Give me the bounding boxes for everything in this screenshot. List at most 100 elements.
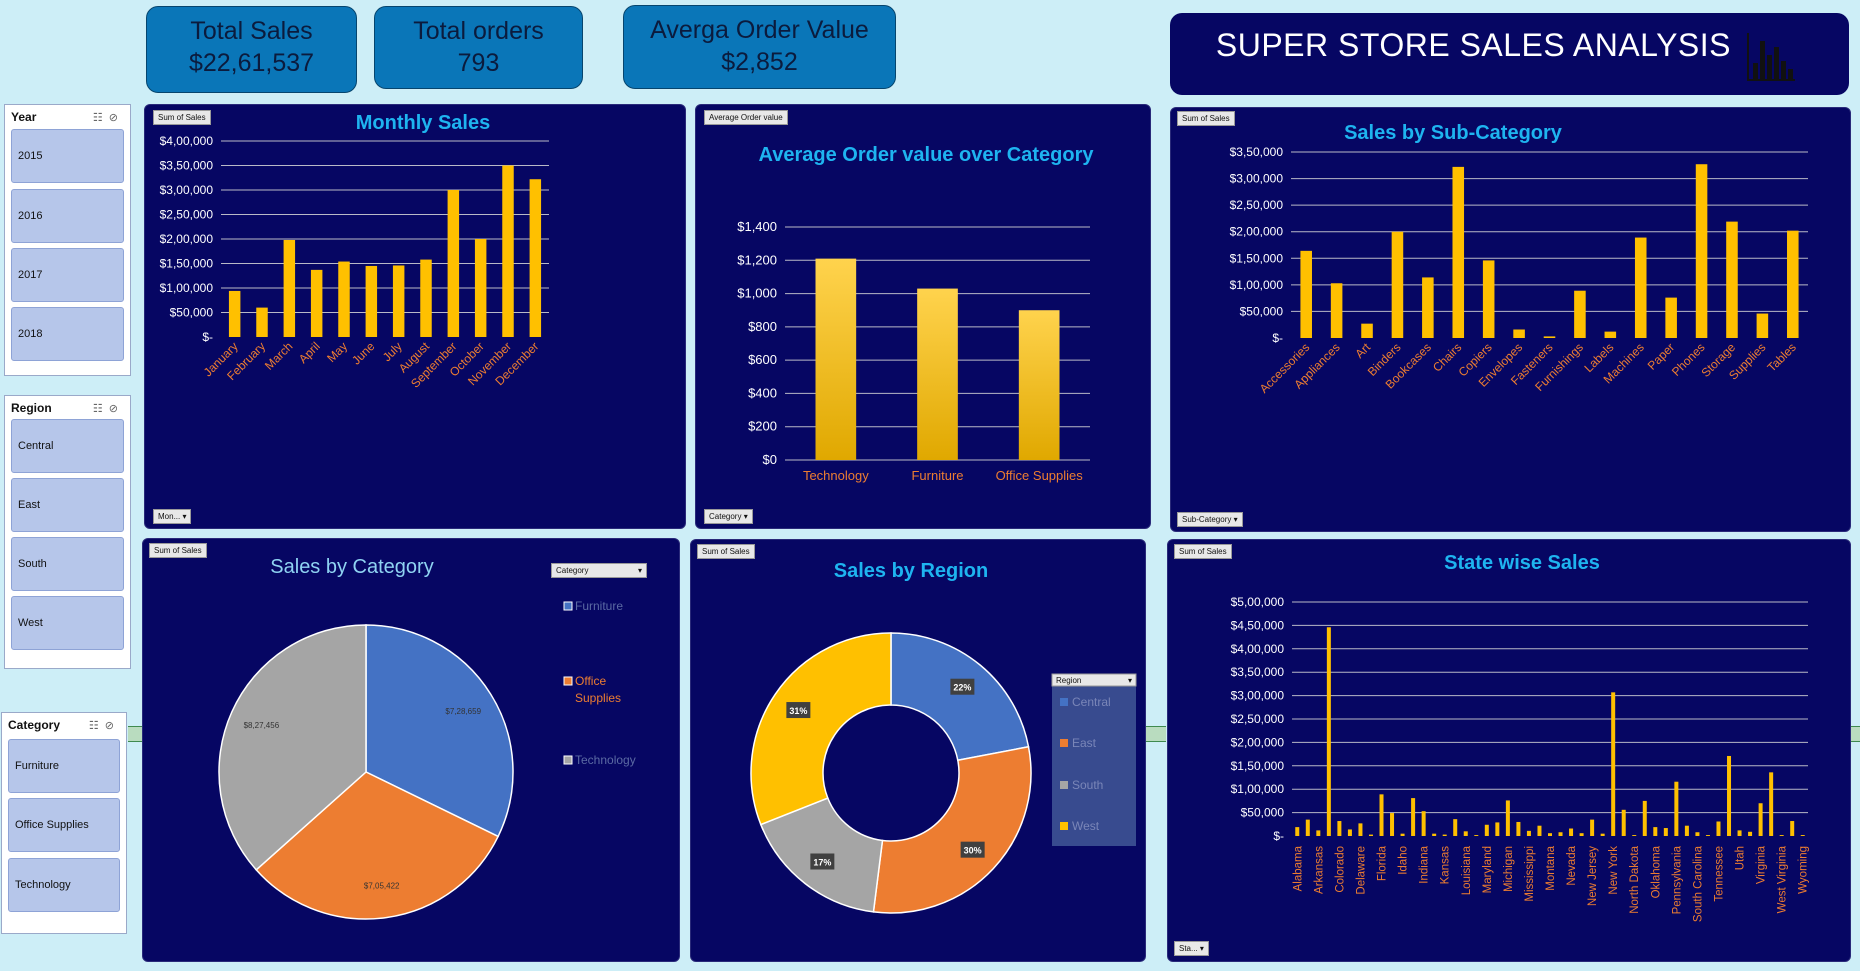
bar — [1800, 835, 1805, 836]
bar — [1347, 829, 1352, 836]
x-tick-label: Technology — [803, 468, 869, 483]
axis-field-label: Sta... — [1179, 944, 1198, 953]
bar — [1411, 798, 1416, 836]
legend-label: West — [1072, 819, 1100, 833]
bar — [1495, 822, 1500, 836]
slicer-item-category[interactable]: Technology — [8, 858, 120, 912]
x-tick-label: March — [262, 339, 295, 372]
bar — [447, 190, 460, 337]
chart-title: Average Order value over Category — [759, 144, 1095, 166]
kpi-total-sales-value: $22,61,537 — [188, 49, 315, 77]
state-sales-panel: State wise Sales $- $50,000 $1,00,000 $1,50,… — [1167, 539, 1851, 962]
slicer-item-category[interactable]: Furniture — [8, 739, 120, 793]
y-tick-label: $2,00,000 — [160, 232, 214, 246]
bar — [815, 258, 857, 460]
y-tick-label: $- — [1272, 331, 1283, 345]
x-tick-label: Tennessee — [1713, 846, 1725, 902]
y-tick-label: $3,50,000 — [160, 159, 214, 173]
bar — [1526, 830, 1531, 836]
y-tick-label: $400 — [748, 385, 777, 400]
region-donut-panel: Sales by Region 22% 30% 17% 31% Region ▾ Centra… — [690, 539, 1146, 962]
bar — [1361, 323, 1373, 338]
legend-swatch — [563, 755, 573, 765]
x-tick-label: Mississippi — [1524, 846, 1536, 902]
x-tick-label: Montana — [1545, 845, 1557, 890]
axis-field-button[interactable]: Category ▾ — [704, 509, 753, 524]
x-tick-label: New Jersey — [1587, 846, 1599, 906]
slicer-item-year[interactable]: 2017 — [11, 248, 124, 302]
field-button-sum-of-sales[interactable]: Sum of Sales — [149, 543, 207, 558]
data-label: 17% — [813, 857, 831, 867]
y-tick-label: $3,00,000 — [1231, 689, 1285, 703]
slicer-item-category[interactable]: Office Supplies — [8, 798, 120, 852]
bar — [1737, 830, 1742, 836]
axis-field-button[interactable]: Sta... ▾ — [1174, 941, 1209, 956]
bar — [1300, 250, 1312, 338]
slicer-item-year[interactable]: 2015 — [11, 129, 124, 183]
bar — [1590, 819, 1595, 836]
bar — [1787, 230, 1799, 338]
legend-label: South — [1072, 778, 1103, 792]
y-tick-label: $5,00,000 — [1231, 595, 1285, 609]
legend-label: Office — [575, 674, 606, 688]
x-tick-label: Virginia — [1756, 845, 1768, 884]
bar — [310, 269, 323, 337]
bar — [1543, 336, 1556, 338]
year-slicer: Year ☷⊘ 2015 2016 2017 2018 — [4, 104, 131, 376]
data-label: $8,27,456 — [244, 721, 280, 730]
bar — [1769, 772, 1774, 836]
y-tick-label: $1,00,000 — [160, 281, 214, 295]
legend-label: Furniture — [575, 599, 623, 613]
bar — [256, 307, 268, 337]
bar — [1379, 794, 1384, 836]
x-tick-label: Louisiana — [1461, 845, 1473, 895]
y-tick-label: $1,50,000 — [1230, 251, 1284, 265]
x-tick-label: Michigan — [1503, 846, 1515, 892]
y-tick-label: $1,400 — [737, 219, 777, 234]
x-tick-label: Nevada — [1566, 845, 1578, 885]
bar — [1330, 283, 1343, 338]
x-tick-label: Office Supplies — [996, 468, 1084, 483]
slicer-item-region[interactable]: Central — [11, 419, 124, 473]
bar — [1505, 800, 1510, 836]
slicer-item-year[interactable]: 2016 — [11, 189, 124, 243]
category-slicer-title: Category — [8, 718, 61, 732]
bar — [1574, 290, 1586, 338]
slicer-multiselect-clear-icon[interactable]: ☷⊘ — [89, 719, 120, 732]
slicer-multiselect-clear-icon[interactable]: ☷⊘ — [93, 111, 124, 124]
y-tick-label: $2,50,000 — [1231, 712, 1285, 726]
slicer-multiselect-clear-icon[interactable]: ☷⊘ — [93, 402, 124, 415]
bar — [1748, 831, 1753, 836]
bar — [338, 261, 350, 337]
x-tick-label: Delaware — [1355, 846, 1367, 895]
axis-field-button[interactable]: Mon... ▾ — [153, 509, 192, 524]
bar — [1337, 821, 1342, 836]
y-tick-label: $50,000 — [170, 306, 214, 320]
category-filter-dropdown[interactable]: Category ▾ — [551, 563, 647, 578]
slicer-item-region[interactable]: South — [11, 537, 124, 591]
bar — [1674, 781, 1679, 836]
y-tick-label: $0 — [763, 452, 777, 467]
slicer-item-region[interactable]: East — [11, 478, 124, 532]
bar — [1632, 835, 1637, 836]
bar — [1705, 835, 1710, 836]
bar — [1790, 821, 1795, 836]
field-button-sum-of-sales[interactable]: Sum of Sales — [1177, 111, 1235, 126]
bar — [1579, 833, 1584, 836]
x-tick-label: Wyoming — [1798, 846, 1810, 894]
y-tick-label: $3,00,000 — [160, 183, 214, 197]
slicer-item-year[interactable]: 2018 — [11, 307, 124, 361]
field-button-aov[interactable]: Average Order value — [704, 110, 788, 125]
field-button-sum-of-sales[interactable]: Sum of Sales — [153, 110, 211, 125]
x-tick-label: Idaho — [1398, 846, 1410, 875]
axis-field-button[interactable]: Sub-Category ▾ — [1177, 512, 1243, 527]
legend-swatch — [563, 601, 573, 611]
aov-panel: Average Order value over Category $0 $200 $… — [695, 104, 1151, 529]
field-button-sum-of-sales[interactable]: Sum of Sales — [697, 544, 755, 559]
kpi-total-orders-value: 793 — [457, 49, 500, 77]
y-tick-label: $4,00,000 — [160, 134, 214, 148]
field-button-sum-of-sales[interactable]: Sum of Sales — [1174, 544, 1232, 559]
slicer-item-region[interactable]: West — [11, 596, 124, 650]
bar — [1463, 831, 1468, 836]
x-tick-label: April — [296, 339, 323, 366]
